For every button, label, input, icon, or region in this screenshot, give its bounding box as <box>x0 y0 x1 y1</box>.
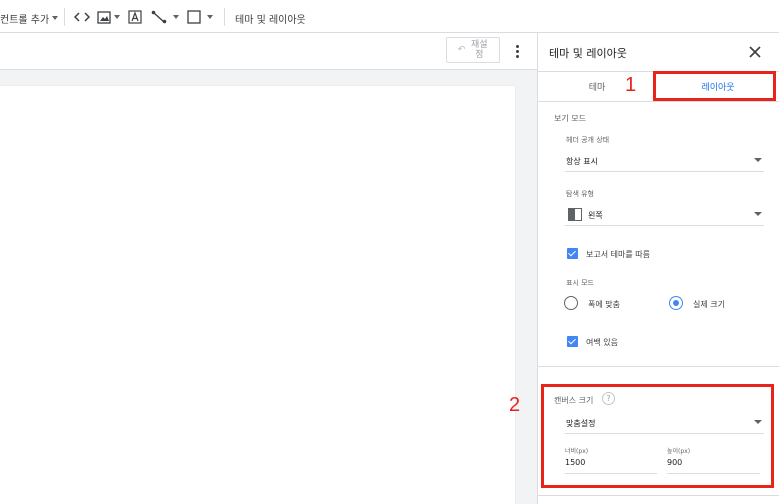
view-mode-heading: 보기 모드 <box>554 114 586 123</box>
toolbar-divider <box>64 8 65 26</box>
display-mode-label: 표시 모드 <box>566 279 594 287</box>
dropdown-arrow-icon <box>754 158 762 162</box>
annotation-number-2: 2 <box>509 394 521 416</box>
line-icon <box>151 10 167 24</box>
text-button[interactable] <box>128 9 142 25</box>
section-divider <box>538 495 779 496</box>
canvas-area: ↶ 재설정 <box>0 33 537 504</box>
tab-theme[interactable]: 테마 <box>538 72 656 101</box>
left-nav-icon <box>568 208 582 221</box>
nav-type-select[interactable]: 왼쪽 <box>565 204 764 226</box>
undo-icon: ↶ <box>457 45 466 55</box>
panel-title: 테마 및 레이아웃 <box>549 47 627 60</box>
annotation-number-1: 1 <box>625 74 637 96</box>
text-icon <box>128 10 142 24</box>
follow-theme-label: 보고서 테마를 따름 <box>586 250 650 259</box>
follow-theme-checkbox[interactable] <box>567 248 578 259</box>
image-button[interactable] <box>97 9 120 25</box>
more-vert-icon <box>515 54 519 58</box>
nav-type-label: 탐색 유형 <box>566 190 594 198</box>
chevron-down-icon <box>114 15 120 19</box>
dropdown-arrow-icon <box>754 212 762 216</box>
reset-label: 재설정 <box>470 40 488 60</box>
actual-size-label: 실제 크기 <box>693 300 725 309</box>
canvas-header: ↶ 재설정 <box>0 33 537 70</box>
close-icon <box>749 46 761 58</box>
reset-button[interactable]: ↶ 재설정 <box>446 37 500 63</box>
header-visibility-label: 헤더 공개 상태 <box>566 136 610 144</box>
toolbar: 컨트롤 추가 테마 및 레이아웃 <box>0 0 779 33</box>
close-button[interactable] <box>747 44 763 60</box>
embed-code-button[interactable] <box>74 9 90 25</box>
fit-width-label: 폭에 맞춤 <box>588 300 620 309</box>
code-icon <box>74 12 90 22</box>
theme-layout-button[interactable]: 테마 및 레이아웃 <box>235 10 306 26</box>
header-visibility-value: 항상 표시 <box>566 157 598 166</box>
more-vert-icon <box>515 44 519 48</box>
annotation-box-layout-tab <box>653 71 776 101</box>
add-control-button[interactable]: 컨트롤 추가 <box>0 10 59 26</box>
margin-label: 여백 있음 <box>586 338 618 347</box>
actual-size-radio[interactable] <box>669 296 683 310</box>
image-icon <box>97 10 111 24</box>
toolbar-divider <box>224 8 225 26</box>
report-page-canvas[interactable] <box>0 86 515 504</box>
line-button[interactable] <box>151 9 179 25</box>
theme-layout-label: 테마 및 레이아웃 <box>235 14 306 26</box>
more-vert-icon <box>515 49 519 53</box>
margin-checkbox[interactable] <box>567 336 578 347</box>
fit-width-radio[interactable] <box>564 296 578 310</box>
chevron-down-icon <box>207 15 213 19</box>
more-options-button[interactable] <box>510 42 524 60</box>
section-divider <box>538 366 779 367</box>
rectangle-icon <box>187 10 201 24</box>
nav-type-value: 왼쪽 <box>588 211 603 220</box>
add-control-label: 컨트롤 추가 <box>0 14 50 26</box>
shape-button[interactable] <box>187 9 213 25</box>
header-visibility-select[interactable]: 항상 표시 <box>565 150 764 172</box>
annotation-box-canvas-size <box>541 384 774 488</box>
chevron-down-icon <box>173 15 179 19</box>
chevron-down-icon <box>52 16 59 20</box>
